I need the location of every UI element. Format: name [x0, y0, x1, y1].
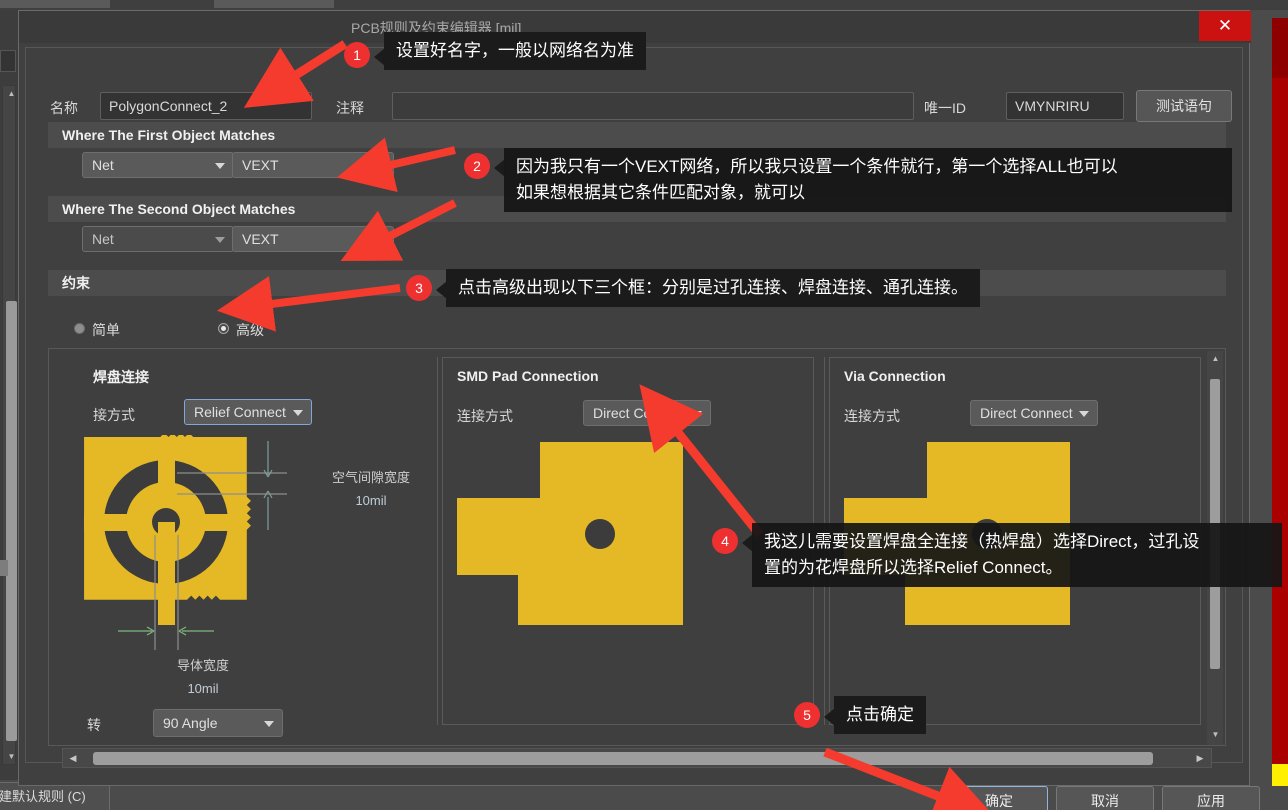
- scroll-down-icon[interactable]: ▼: [1211, 729, 1220, 741]
- section-header-first-match: Where The First Object Matches: [48, 122, 1226, 148]
- cancel-button[interactable]: 取消: [1056, 786, 1154, 810]
- name-label: 名称: [50, 100, 78, 116]
- background-top-strip: [0, 0, 1288, 10]
- chevron-down-icon: [375, 163, 385, 169]
- scrollbar-thumb[interactable]: [6, 301, 17, 741]
- close-icon[interactable]: ✕: [1199, 11, 1251, 41]
- scroll-up-icon[interactable]: ▲: [6, 88, 17, 99]
- smd-pad-connection-mode-value: Direct Connect: [593, 405, 686, 421]
- screen: ▲ ▼ 建默认规则 (C) PCB规则及约束编辑器 [mil] ✕ 名称 Pol…: [0, 0, 1288, 810]
- background-tab-1: [0, 0, 110, 8]
- ok-button[interactable]: 确定: [950, 786, 1048, 810]
- rotation-label: 转: [87, 717, 101, 733]
- second-object-scope-type-value: Net: [92, 231, 114, 247]
- background-red-panel: [1272, 18, 1288, 764]
- unique-id-label: 唯一ID: [924, 100, 966, 116]
- create-default-rule-button[interactable]: 建默认规则 (C): [0, 782, 110, 810]
- radio-dot-icon: [218, 323, 229, 334]
- rotation-value: 90 Angle: [163, 715, 218, 731]
- first-object-scope-type-value: Net: [92, 157, 114, 173]
- first-object-scope-value-dropdown[interactable]: VEXT: [232, 152, 394, 178]
- annotation-badge-4: 4: [712, 528, 738, 554]
- chevron-down-icon: [1079, 411, 1089, 417]
- second-object-scope-value-dropdown[interactable]: VEXT: [232, 226, 394, 252]
- test-query-button[interactable]: 测试语句: [1136, 90, 1232, 122]
- name-input[interactable]: PolygonConnect_2: [100, 92, 312, 120]
- background-tab-2: [214, 0, 334, 8]
- annotation-text-4: 我这儿需要设置焊盘全连接（热焊盘）选择Direct，过孔设 置的为花焊盘所以选择…: [752, 523, 1282, 587]
- radio-advanced-label: 高级: [236, 322, 264, 338]
- radio-simple-label: 简单: [92, 322, 120, 338]
- via-connection-mode-dropdown[interactable]: Direct Connect: [970, 400, 1098, 426]
- comment-input[interactable]: [392, 92, 914, 120]
- first-object-scope-value: VEXT: [242, 157, 279, 173]
- annotation-badge-5: 5: [794, 702, 820, 728]
- via-connection-mode-value: Direct Connect: [980, 405, 1073, 421]
- annotation-badge-1: 1: [344, 42, 370, 68]
- annotation-text-3: 点击高级出现以下三个框：分别是过孔连接、焊盘连接、通孔连接。: [446, 269, 980, 307]
- radio-dot-icon: [74, 323, 85, 334]
- pad-connection-mode-label: 接方式: [93, 407, 135, 423]
- pad-connection-mode-value: Relief Connect: [194, 404, 286, 420]
- panel-divider: [437, 357, 438, 725]
- scroll-left-icon[interactable]: ◀: [66, 752, 80, 765]
- chevron-down-icon: [215, 237, 225, 243]
- smd-pad-connection-mode-dropdown[interactable]: Direct Connect: [583, 400, 711, 426]
- via-connection-title: Via Connection: [844, 368, 946, 384]
- background-left-scrollbar[interactable]: ▲ ▼: [2, 85, 17, 765]
- chevron-down-icon: [692, 411, 702, 417]
- via-connection-mode-label: 连接方式: [844, 408, 900, 424]
- background-left-button[interactable]: [0, 50, 16, 72]
- unique-id-input[interactable]: VMYNRIRU: [1006, 92, 1124, 120]
- annotation-badge-2: 2: [464, 153, 490, 179]
- air-gap-width-label: 空气间隙宽度: [331, 470, 410, 485]
- background-left-marker: [0, 560, 8, 576]
- background-red-panel-dark: [1272, 18, 1288, 78]
- second-object-scope-type-dropdown[interactable]: Net: [82, 226, 234, 252]
- scrollbar-thumb[interactable]: [93, 752, 1153, 765]
- scroll-down-icon[interactable]: ▼: [6, 751, 17, 762]
- chevron-down-icon: [264, 721, 274, 727]
- smd-direct-connect-preview-graphic: [457, 442, 683, 625]
- pad-connection-group: 焊盘连接 接方式 Relief Connect 空气间隙宽度 10mil 导体宽…: [79, 357, 427, 737]
- pad-connection-title: 焊盘连接: [93, 369, 149, 385]
- annotation-text-1: 设置好名字，一般以网络名为准: [384, 32, 646, 70]
- annotation-text-5: 点击确定: [834, 696, 926, 734]
- pad-connection-mode-dropdown[interactable]: Relief Connect: [184, 399, 312, 425]
- rotation-dropdown[interactable]: 90 Angle: [153, 709, 283, 737]
- smd-pad-connection-title: SMD Pad Connection: [457, 368, 599, 384]
- chevron-down-icon: [375, 237, 385, 243]
- conductor-width-label: 导体宽度: [176, 658, 229, 673]
- chevron-down-icon: [215, 163, 225, 169]
- annotation-badge-3: 3: [406, 275, 432, 301]
- first-object-scope-type-dropdown[interactable]: Net: [82, 152, 234, 178]
- pcb-rules-dialog: PCB规则及约束编辑器 [mil] ✕ 名称 PolygonConnect_2 …: [18, 10, 1251, 786]
- conductor-width-value: 10mil: [187, 681, 219, 696]
- annotation-text-2: 因为我只有一个VEXT网络，所以我只设置一个条件就行，第一个选择ALL也可以 如…: [504, 148, 1232, 212]
- constraint-panel-horizontal-scrollbar[interactable]: ◀ ▶: [62, 748, 1212, 768]
- apply-button[interactable]: 应用: [1162, 786, 1260, 810]
- smd-pad-connection-mode-label: 连接方式: [457, 408, 513, 424]
- comment-label: 注释: [336, 100, 364, 116]
- scroll-up-icon[interactable]: ▲: [1211, 353, 1220, 365]
- background-yellow-panel: [1272, 764, 1288, 786]
- second-object-scope-value: VEXT: [242, 231, 279, 247]
- air-gap-width-value: 10mil: [355, 493, 387, 508]
- scroll-right-icon[interactable]: ▶: [1193, 752, 1207, 765]
- chevron-down-icon: [293, 410, 303, 416]
